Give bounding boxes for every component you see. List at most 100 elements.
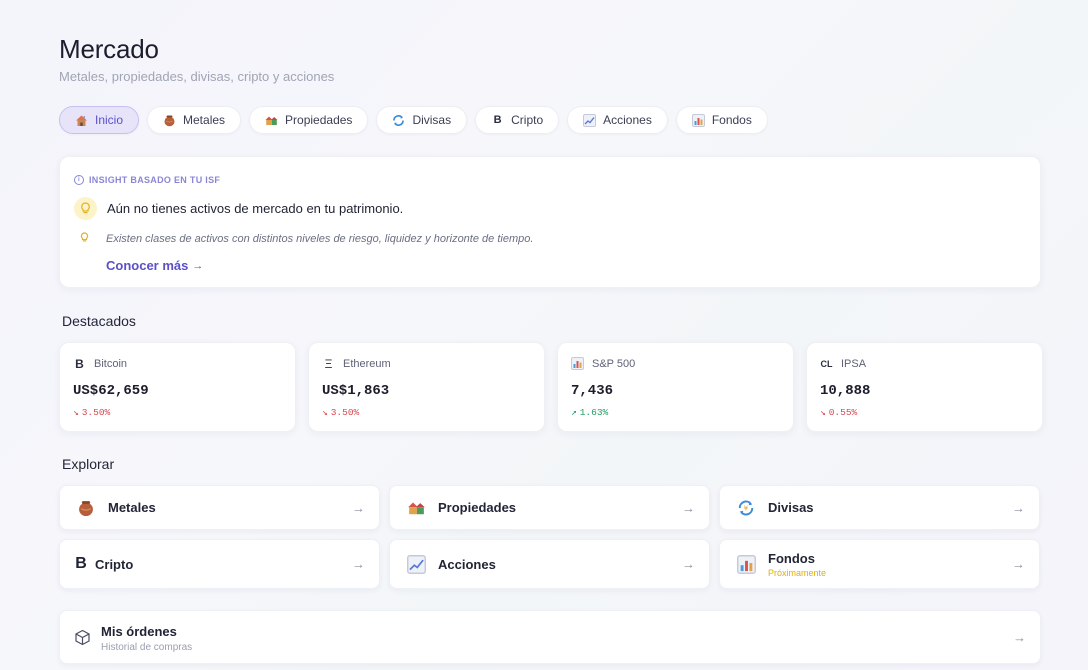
bitcoin-icon: B (493, 114, 502, 126)
asset-change-value: 0.55% (828, 407, 858, 418)
tab-acciones[interactable]: Acciones (567, 106, 668, 134)
asset-change-value: 3.50% (330, 407, 360, 418)
page-title: Mercado (59, 34, 159, 64)
asset-price: 10,888 (820, 383, 871, 399)
insight-heading: i INSIGHT BASADO EN TU ISF (74, 175, 220, 185)
orders-subtitle: Historial de compras (101, 642, 193, 653)
tab-label: Cripto (511, 113, 544, 127)
insight-message-row: Aún no tienes activos de mercado en tu p… (74, 197, 403, 220)
explore-card-metales[interactable]: Metales → (59, 485, 380, 530)
explore-text: Fondos Próximamente (768, 551, 826, 578)
tab-label: Divisas (412, 113, 452, 127)
asset-name: IPSA (841, 357, 867, 370)
asset-name: Bitcoin (94, 357, 128, 370)
learn-more-link[interactable]: Conocer más → (106, 258, 203, 273)
tab-label: Inicio (95, 113, 124, 127)
arrow-down-right-icon: ↘ (73, 407, 79, 418)
tab-label: Acciones (603, 113, 652, 127)
currency-exchange-icon: ¥ (736, 498, 756, 518)
tab-label: Metales (183, 113, 226, 127)
asset-price: US$62,659 (73, 383, 149, 399)
asset-change-value: 1.63% (579, 407, 609, 418)
bar-chart-icon (571, 357, 584, 370)
lightbulb-icon (80, 230, 89, 248)
arrow-up-right-icon: ↗ (571, 407, 577, 418)
gold-pot-icon (76, 498, 96, 518)
chart-up-icon (406, 554, 426, 574)
featured-card-head: CL IPSA (820, 357, 867, 370)
bar-chart-icon (691, 113, 705, 127)
arrow-down-right-icon: ↘ (820, 407, 826, 418)
explore-card-fondos[interactable]: Fondos Próximamente → (719, 539, 1040, 589)
explore-card-acciones[interactable]: Acciones → (389, 539, 710, 589)
svg-text:¥: ¥ (744, 504, 749, 512)
chart-up-icon (583, 113, 597, 127)
insight-detail-row: Existen clases de activos con distintos … (80, 230, 533, 248)
tab-metales[interactable]: Metales (147, 106, 242, 134)
explore-label: Acciones (438, 556, 496, 572)
arrow-right-icon: → (1012, 500, 1025, 515)
bar-chart-icon (736, 554, 756, 574)
orders-title: Mis órdenes (101, 624, 177, 639)
asset-change: ↘ 3.50% (73, 407, 110, 418)
tab-divisas[interactable]: Divisas (376, 106, 468, 134)
insight-detail: Existen clases de activos con distintos … (106, 233, 534, 245)
featured-card-ethereum[interactable]: Ξ Ethereum US$1,863 ↘ 3.50% (308, 342, 545, 432)
explore-grid: Metales → Propiedades → ¥ Divisas → B Cr… (59, 485, 1041, 589)
arrow-right-icon: → (1012, 556, 1025, 572)
my-orders-card[interactable]: Mis órdenes Historial de compras → (59, 610, 1041, 664)
insight-card: i INSIGHT BASADO EN TU ISF Aún no tienes… (59, 156, 1041, 288)
asset-change: ↘ 0.55% (820, 407, 857, 418)
featured-card-bitcoin[interactable]: B Bitcoin US$62,659 ↘ 3.50% (59, 342, 296, 432)
bitcoin-icon: B (75, 356, 84, 371)
asset-change: ↗ 1.63% (571, 407, 608, 418)
explore-label: Metales (108, 500, 156, 515)
asset-change-value: 3.50% (81, 407, 111, 418)
explore-label: Divisas (768, 500, 814, 515)
featured-card-head: Ξ Ethereum (322, 356, 391, 371)
lightbulb-icon (74, 197, 97, 220)
explore-label: Propiedades (438, 500, 517, 515)
explore-title: Explorar (62, 456, 115, 472)
bitcoin-icon: B (75, 555, 87, 572)
explore-label: Cripto (95, 556, 134, 572)
arrow-right-icon: → (352, 556, 365, 572)
insight-message: Aún no tienes activos de mercado en tu p… (107, 201, 404, 216)
featured-list: B Bitcoin US$62,659 ↘ 3.50% Ξ Ethereum U… (59, 342, 1043, 432)
asset-name: S&P 500 (592, 357, 636, 370)
featured-card-head: B Bitcoin (73, 356, 128, 371)
insight-heading-label: INSIGHT BASADO EN TU ISF (89, 175, 221, 185)
tab-fondos[interactable]: Fondos (675, 106, 768, 134)
asset-name: Ethereum (343, 357, 391, 370)
asset-price: 7,436 (571, 383, 614, 399)
featured-title: Destacados (62, 313, 136, 329)
featured-card-sp500[interactable]: S&P 500 7,436 ↗ 1.63% (557, 342, 794, 432)
explore-card-divisas[interactable]: ¥ Divisas → (719, 485, 1040, 530)
info-icon: i (74, 175, 84, 185)
arrow-right-icon: → (192, 259, 204, 272)
tab-propiedades[interactable]: Propiedades (249, 106, 369, 134)
asset-price: US$1,863 (322, 383, 390, 399)
category-tabs: Inicio Metales Propiedades Divisas B Cri… (59, 106, 768, 134)
arrow-right-icon: → (352, 500, 365, 515)
tab-inicio[interactable]: Inicio (59, 106, 140, 134)
explore-card-propiedades[interactable]: Propiedades → (389, 485, 710, 530)
chile-flag-icon: CL (820, 358, 833, 369)
page-subtitle: Metales, propiedades, divisas, cripto y … (59, 69, 335, 84)
learn-more-label: Conocer más (106, 258, 189, 273)
ethereum-icon: Ξ (324, 356, 333, 371)
featured-card-ipsa[interactable]: CL IPSA 10,888 ↘ 0.55% (806, 342, 1043, 432)
tab-label: Fondos (711, 113, 752, 127)
explore-card-cripto[interactable]: B Cripto → (59, 539, 380, 589)
houses-icon (406, 498, 426, 518)
house-icon (75, 114, 88, 127)
explore-label: Fondos (768, 550, 815, 566)
asset-change: ↘ 3.50% (322, 407, 359, 418)
coming-soon-label: Próximamente (768, 567, 827, 578)
arrow-right-icon: → (1013, 630, 1026, 645)
package-icon (74, 629, 91, 651)
tab-cripto[interactable]: B Cripto (475, 106, 560, 134)
currency-exchange-icon (392, 114, 405, 127)
featured-card-head: S&P 500 (571, 357, 635, 370)
houses-icon (265, 114, 278, 127)
